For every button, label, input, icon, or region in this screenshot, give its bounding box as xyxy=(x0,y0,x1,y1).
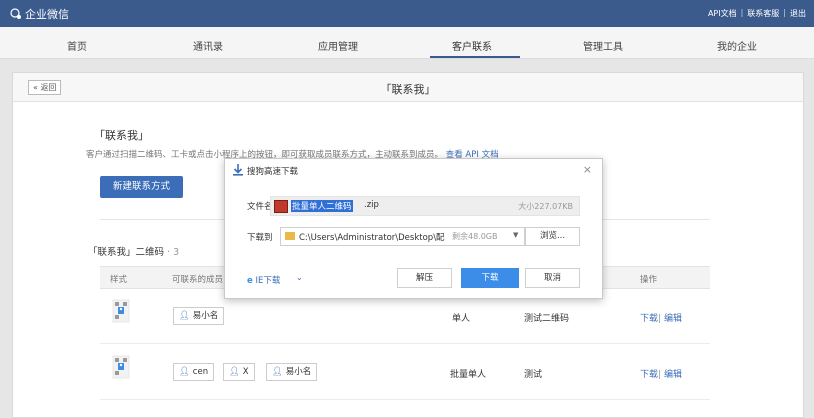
member-tag: 👤︎ 易小名 xyxy=(266,363,318,381)
person-icon: 👤︎ xyxy=(272,367,283,377)
row-type: 批量单人 xyxy=(450,370,487,380)
qrcode-count-label: 「联系我」二维码 · 3 xyxy=(88,244,179,258)
separator: | xyxy=(740,8,744,17)
member-tag: 👤︎ X xyxy=(223,363,255,381)
filename-selected-text: 批量单人二维码 xyxy=(291,200,353,212)
edit-link[interactable]: 编辑 xyxy=(664,314,682,324)
row-remark: 测试二维码 xyxy=(524,314,570,324)
free-space: 剩余48.0GB xyxy=(452,232,498,241)
app-logo[interactable]: 企业微信 xyxy=(10,6,69,22)
close-icon[interactable]: × xyxy=(583,163,592,176)
member-tag: 👤︎ cen xyxy=(173,363,215,381)
edit-link[interactable]: 编辑 xyxy=(664,370,682,380)
row-remark: 测试 xyxy=(524,370,543,380)
table-row: 👤︎ cen 👤︎ X 👤︎ 易小名 批量单人 测试 下载| 编辑 xyxy=(100,344,710,400)
file-size: 大小227.07KB xyxy=(518,202,573,211)
nav-home[interactable]: 首页 xyxy=(67,38,87,53)
panel-header: « 返回 「联系我」 xyxy=(13,73,803,102)
col-style: 样式 xyxy=(110,275,128,285)
new-contact-button[interactable]: 新建联系方式 xyxy=(100,176,183,198)
qrcode-thumbnail[interactable] xyxy=(112,355,130,379)
main-nav: 首页 通讯录 应用管理 客户联系 管理工具 我的企业 xyxy=(0,27,814,59)
member-name: 易小名 xyxy=(285,367,312,377)
nav-contacts[interactable]: 通讯录 xyxy=(193,38,223,53)
col-actions: 操作 xyxy=(640,275,658,285)
folder-icon xyxy=(285,232,295,240)
logout-link[interactable]: 退出 xyxy=(790,8,806,19)
ie-icon: e xyxy=(247,276,253,286)
person-icon: 👤︎ xyxy=(229,367,240,377)
row-actions: 下载| 编辑 xyxy=(640,311,682,324)
separator: | xyxy=(783,8,786,17)
row-actions: 下载| 编辑 xyxy=(640,367,682,380)
count-value: · 3 xyxy=(167,247,180,258)
save-path: C:\Users\Administrator\Desktop\配 xyxy=(299,233,445,243)
separator: | xyxy=(658,314,662,324)
ie-download-link[interactable]: e IE下载 xyxy=(247,274,280,286)
filename-field[interactable]: 批量单人二维码 .zip 大小227.07KB xyxy=(270,196,580,216)
download-arrow-icon xyxy=(233,164,243,176)
col-members: 可联系的成员 xyxy=(172,275,224,285)
top-links: API文档 | 联系客服 | 退出 xyxy=(708,8,806,19)
page-title: 「联系我」 xyxy=(380,83,436,96)
download-dialog: 搜狗高速下载 × 文件名 批量单人二维码 .zip 大小227.07KB 下载到… xyxy=(224,158,603,299)
api-docs-link[interactable]: API文档 xyxy=(708,8,737,19)
download-link[interactable]: 下载 xyxy=(640,370,658,380)
chevron-down-icon[interactable]: ⌄ xyxy=(296,273,303,282)
qrcode-thumbnail[interactable] xyxy=(112,299,130,323)
cancel-button[interactable]: 取消 xyxy=(525,268,580,288)
nav-apps[interactable]: 应用管理 xyxy=(318,38,358,53)
member-name: 易小名 xyxy=(192,311,219,321)
member-tag: 👤︎ 易小名 xyxy=(173,307,225,325)
archive-file-icon xyxy=(274,200,288,213)
filename-extension: .zip xyxy=(364,200,379,210)
filename-label: 文件名 xyxy=(247,202,273,212)
nav-customer-contact[interactable]: 客户联系 xyxy=(452,38,492,53)
member-name: X xyxy=(242,367,249,377)
ie-download-label: IE下载 xyxy=(255,276,281,286)
top-bar: 企业微信 API文档 | 联系客服 | 退出 xyxy=(0,0,814,27)
nav-my-company[interactable]: 我的企业 xyxy=(717,38,757,53)
download-button[interactable]: 下载 xyxy=(461,268,519,288)
section-title: 「联系我」 xyxy=(94,129,149,142)
row-type: 单人 xyxy=(452,314,471,324)
person-icon: 👤︎ xyxy=(179,367,190,377)
dialog-header: 搜狗高速下载 × xyxy=(225,159,602,181)
wechat-work-logo-icon xyxy=(10,8,21,19)
dialog-title: 搜狗高速下载 xyxy=(247,167,299,177)
app-name: 企业微信 xyxy=(25,8,69,21)
chevron-down-icon: ▼ xyxy=(513,231,519,239)
browse-button[interactable]: 浏览... xyxy=(525,227,580,246)
separator: | xyxy=(658,370,662,380)
download-link[interactable]: 下载 xyxy=(640,314,658,324)
count-label-text: 「联系我」二维码 xyxy=(88,247,165,258)
person-icon: 👤︎ xyxy=(179,311,190,321)
save-path-select[interactable]: C:\Users\Administrator\Desktop\配 剩余48.0G… xyxy=(280,227,525,246)
member-name: cen xyxy=(192,367,209,377)
support-link[interactable]: 联系客服 xyxy=(747,8,779,19)
nav-tools[interactable]: 管理工具 xyxy=(583,38,623,53)
saveto-label: 下载到 xyxy=(247,233,273,243)
active-tab-indicator xyxy=(430,56,520,58)
unzip-button[interactable]: 解压 xyxy=(397,268,452,288)
